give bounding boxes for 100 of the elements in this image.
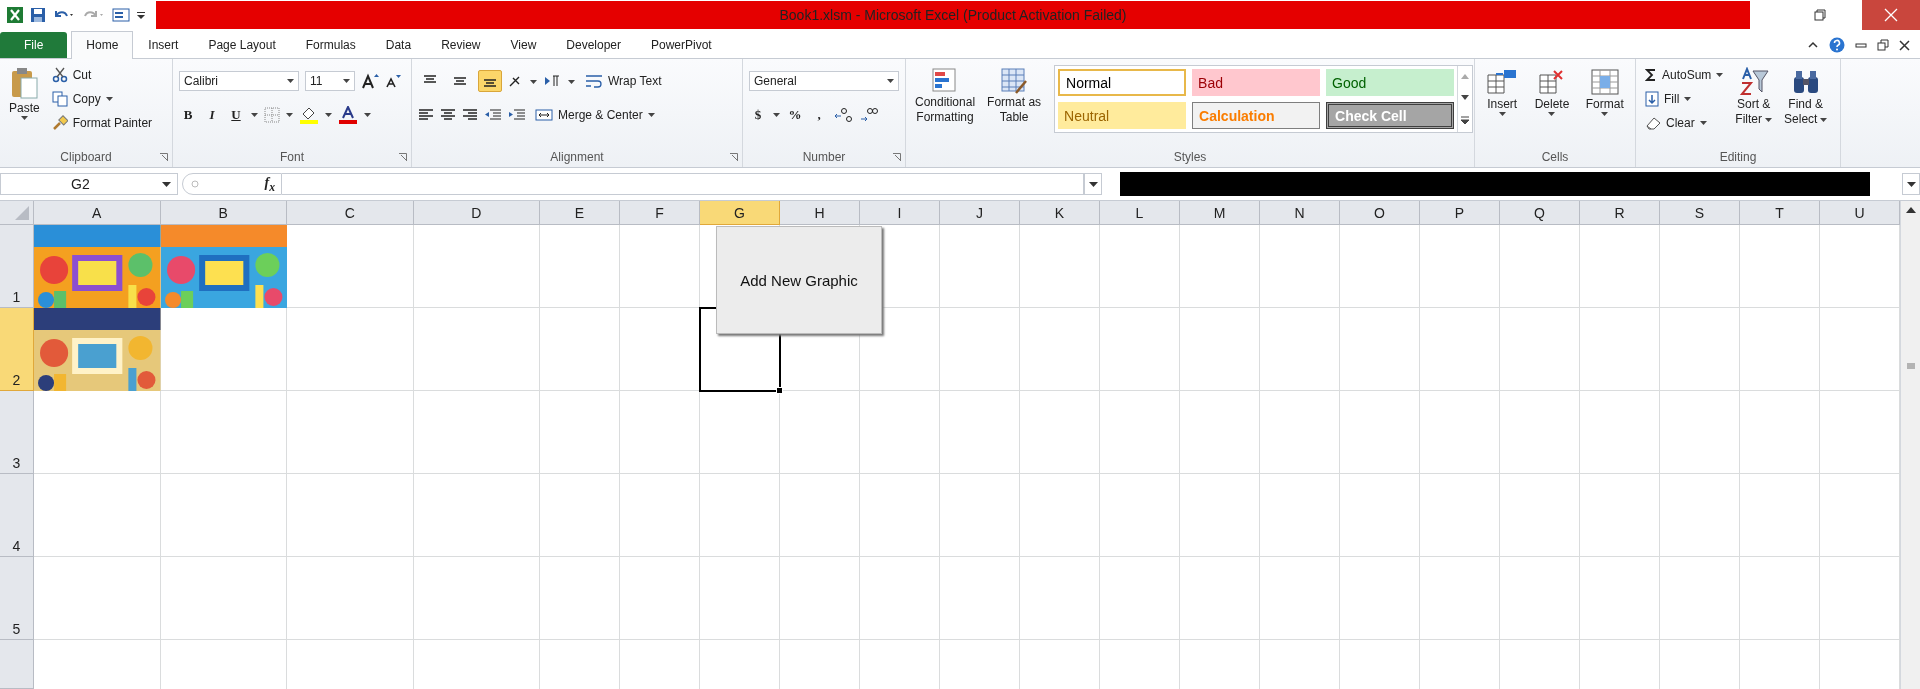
- column-header[interactable]: J: [940, 201, 1020, 225]
- column-header[interactable]: F: [620, 201, 700, 225]
- fill-button[interactable]: Fill: [1642, 89, 1727, 109]
- row-header[interactable]: 5: [0, 557, 34, 640]
- cells-button[interactable]: Insert: [1483, 65, 1522, 118]
- horizontal-align-icon[interactable]: [462, 108, 478, 122]
- vertical-scrollbar[interactable]: [1900, 201, 1920, 689]
- increase-indent-icon[interactable]: [508, 108, 526, 122]
- find-select-button[interactable]: Find & Select: [1781, 65, 1831, 129]
- help-icon[interactable]: [1829, 37, 1845, 53]
- dialog-launcher-icon[interactable]: [160, 153, 168, 161]
- ribbon-tab[interactable]: Developer: [551, 31, 636, 58]
- decrease-decimal-icon[interactable]: [860, 107, 880, 123]
- restore-icon[interactable]: [1814, 9, 1826, 21]
- cell-style-option[interactable]: Good: [1326, 69, 1455, 96]
- form-icon[interactable]: [112, 7, 130, 23]
- column-header[interactable]: C: [287, 201, 414, 225]
- column-header[interactable]: R: [1580, 201, 1660, 225]
- insert-function-button[interactable]: f$_{x}$: [264, 174, 275, 194]
- decrease-indent-icon[interactable]: [484, 108, 502, 122]
- sort-filter-button[interactable]: Sort & Filter: [1732, 65, 1776, 129]
- format-as-table-button[interactable]: Format as Table: [984, 65, 1045, 127]
- percent-button[interactable]: %: [786, 107, 804, 123]
- cell-style-option[interactable]: Neutral: [1058, 102, 1187, 129]
- caret-icon[interactable]: [325, 113, 332, 117]
- clear-button[interactable]: Clear: [1642, 113, 1727, 133]
- column-header[interactable]: U: [1820, 201, 1900, 225]
- cells-button[interactable]: Format: [1582, 65, 1627, 118]
- wrap-text-button[interactable]: Wrap Text: [582, 71, 665, 91]
- conditional-formatting-button[interactable]: Conditional Formatting: [912, 65, 979, 127]
- dialog-launcher-icon[interactable]: [399, 153, 407, 161]
- column-header[interactable]: O: [1340, 201, 1420, 225]
- cells-button[interactable]: Delete: [1531, 65, 1573, 118]
- bold-button[interactable]: B: [179, 107, 197, 123]
- more-icon[interactable]: [1461, 116, 1470, 124]
- row-header[interactable]: 3: [0, 391, 34, 474]
- column-header[interactable]: P: [1420, 201, 1500, 225]
- column-header[interactable]: S: [1660, 201, 1740, 225]
- caret-icon[interactable]: [364, 113, 371, 117]
- column-header[interactable]: M: [1180, 201, 1260, 225]
- format-painter-button[interactable]: Format Painter: [48, 113, 156, 133]
- vertical-align-button[interactable]: [478, 70, 502, 92]
- ribbon-tab[interactable]: Data: [370, 31, 427, 58]
- row-header[interactable]: 2: [0, 308, 34, 391]
- paste-button[interactable]: Paste: [6, 65, 43, 122]
- column-header[interactable]: E: [540, 201, 620, 225]
- copy-button[interactable]: Copy: [48, 89, 156, 109]
- caret-icon[interactable]: [286, 113, 293, 117]
- expand-formula-button[interactable]: [1902, 173, 1920, 195]
- scroll-up-icon[interactable]: [1905, 207, 1916, 213]
- name-box[interactable]: G2: [0, 173, 178, 195]
- ribbon-tab[interactable]: Insert: [133, 31, 194, 58]
- fill-handle[interactable]: [776, 387, 783, 394]
- caret-icon[interactable]: [251, 113, 258, 117]
- restore-icon[interactable]: [1877, 39, 1889, 51]
- currency-button[interactable]: $: [749, 107, 767, 123]
- ribbon-tab[interactable]: View: [495, 31, 552, 58]
- cell-style-option[interactable]: Bad: [1192, 69, 1321, 96]
- ribbon-tab[interactable]: Formulas: [290, 31, 371, 58]
- column-header[interactable]: A: [34, 201, 161, 225]
- ribbon-tab[interactable]: Review: [426, 31, 496, 58]
- row-header[interactable]: 4: [0, 474, 34, 557]
- column-header[interactable]: H: [780, 201, 860, 225]
- merge-center-button[interactable]: Merge & Center: [532, 105, 658, 125]
- text-direction-icon[interactable]: [544, 74, 576, 88]
- expand-formula-button[interactable]: [1084, 173, 1102, 195]
- dialog-launcher-icon[interactable]: [730, 153, 738, 161]
- row-header[interactable]: 1: [0, 225, 34, 308]
- column-header[interactable]: I: [860, 201, 940, 225]
- increase-decimal-icon[interactable]: [834, 107, 854, 123]
- cut-button[interactable]: Cut: [48, 65, 156, 85]
- increase-font-icon[interactable]: [361, 73, 379, 89]
- column-header[interactable]: D: [413, 201, 540, 225]
- font-size-dropdown[interactable]: 11: [305, 71, 355, 91]
- column-header[interactable]: K: [1020, 201, 1100, 225]
- grip-icon[interactable]: [191, 180, 199, 188]
- save-icon[interactable]: [30, 7, 46, 23]
- comma-button[interactable]: ,: [810, 107, 828, 123]
- orientation-icon[interactable]: [508, 74, 538, 88]
- number-format-dropdown[interactable]: General: [749, 71, 899, 91]
- italic-button[interactable]: I: [203, 107, 221, 123]
- excel-logo-icon[interactable]: [6, 6, 24, 24]
- add-new-graphic-button[interactable]: Add New Graphic: [716, 226, 882, 334]
- horizontal-align-icon[interactable]: [440, 108, 456, 122]
- grip-icon[interactable]: [1906, 363, 1915, 369]
- column-header[interactable]: G: [700, 201, 780, 225]
- column-header[interactable]: T: [1740, 201, 1820, 225]
- underline-button[interactable]: U: [227, 107, 245, 123]
- close-icon[interactable]: [1899, 39, 1910, 51]
- file-tab[interactable]: File: [0, 32, 68, 58]
- column-header[interactable]: N: [1260, 201, 1340, 225]
- horizontal-align-icon[interactable]: [418, 108, 434, 122]
- column-header[interactable]: B: [160, 201, 287, 225]
- font-color-icon[interactable]: [338, 106, 358, 124]
- dialog-launcher-icon[interactable]: [893, 153, 901, 161]
- scroll-down-icon[interactable]: [1461, 95, 1470, 100]
- column-header[interactable]: L: [1100, 201, 1180, 225]
- autosum-button[interactable]: AutoSum: [1642, 65, 1727, 85]
- ribbon-tab[interactable]: PowerPivot: [636, 31, 727, 58]
- ribbon-tab[interactable]: Page Layout: [193, 31, 291, 58]
